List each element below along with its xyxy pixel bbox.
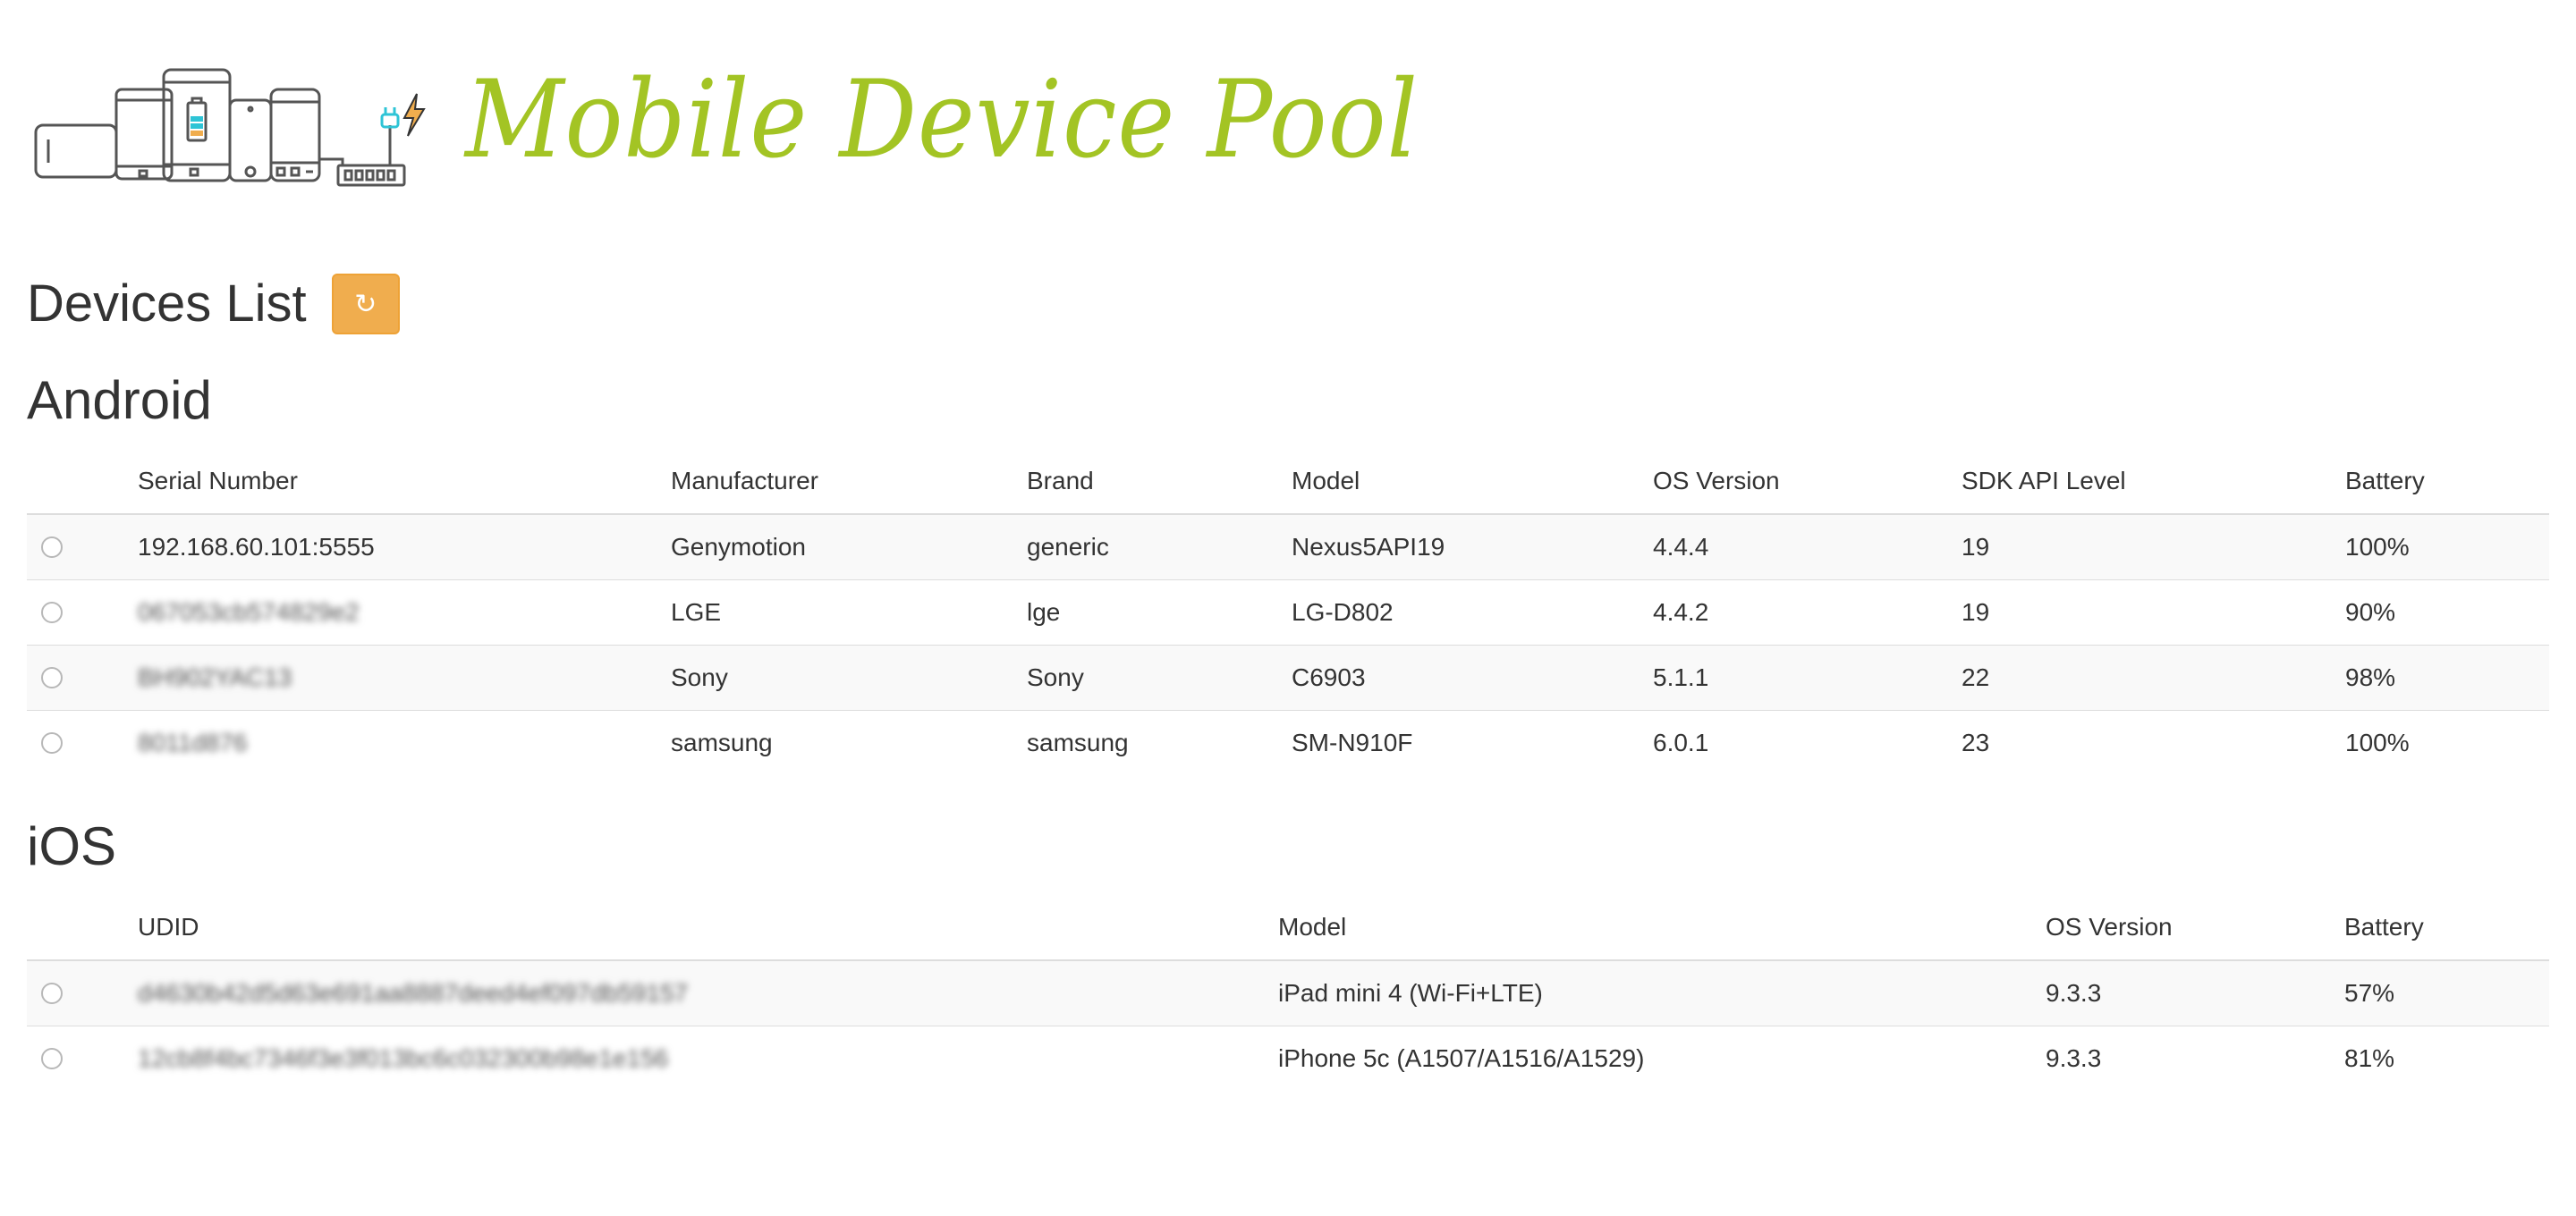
page-header: Mobile Device Pool: [34, 63, 1524, 188]
os-version-cell: 9.3.3: [2040, 959, 2339, 1026]
brand-cell: generic: [1021, 513, 1286, 580]
model-cell: iPhone 5c (A1507/A1516/A1529): [1273, 1026, 2040, 1091]
os-version-cell: 5.1.1: [1648, 645, 1956, 711]
brand-cell: lge: [1021, 579, 1286, 646]
row-select-radio[interactable]: [41, 536, 63, 558]
row-select-radio[interactable]: [41, 667, 63, 688]
sdk-level-cell: 22: [1956, 645, 2340, 711]
serial-cell: 192.168.60.101:5555: [132, 513, 665, 580]
os-version-cell: 4.4.4: [1648, 513, 1956, 580]
serial-cell: 067053cb574829e2: [132, 579, 665, 646]
table-row[interactable]: 12cb8f4bc7346f3e3f013bc6c032300b98e1e156…: [27, 1026, 2549, 1091]
column-header-battery: Battery: [2339, 895, 2549, 961]
column-header-sdk-level: SDK API Level: [1956, 449, 2340, 515]
model-cell: SM-N910F: [1286, 710, 1648, 775]
manufacturer-cell: samsung: [665, 710, 1021, 775]
android-section-title: Android: [27, 370, 212, 430]
serial-cell: 8011d876: [132, 710, 665, 775]
manufacturer-cell: LGE: [665, 579, 1021, 646]
battery-cell: 98%: [2340, 645, 2549, 711]
column-header-serial: Serial Number: [132, 449, 665, 515]
row-select-cell[interactable]: [27, 1026, 132, 1091]
table-row[interactable]: d4630b42d5d63e691aa8887deed4ef097db59157…: [27, 959, 2549, 1026]
ios-section-title: iOS: [27, 816, 117, 876]
model-cell: Nexus5API19: [1286, 513, 1648, 580]
row-select-cell[interactable]: [27, 959, 132, 1026]
os-version-cell: 9.3.3: [2040, 1026, 2339, 1091]
row-select-radio[interactable]: [41, 732, 63, 754]
battery-cell: 100%: [2340, 710, 2549, 775]
model-cell: iPad mini 4 (Wi-Fi+LTE): [1273, 959, 2040, 1026]
battery-cell: 90%: [2340, 579, 2549, 646]
column-header-os-version: OS Version: [2040, 895, 2339, 961]
app-title: Mobile Device Pool: [465, 58, 1419, 182]
devices-list-heading: Devices List: [27, 274, 307, 333]
os-version-cell: 6.0.1: [1648, 710, 1956, 775]
sdk-level-cell: 19: [1956, 513, 2340, 580]
select-column-header: [27, 449, 132, 515]
battery-cell: 100%: [2340, 513, 2549, 580]
battery-cell: 57%: [2339, 959, 2549, 1026]
column-header-model: Model: [1273, 895, 2040, 961]
serial-cell: BH902YAC13: [132, 645, 665, 711]
select-column-header: [27, 895, 132, 961]
manufacturer-cell: Sony: [665, 645, 1021, 711]
row-select-cell[interactable]: [27, 710, 132, 775]
os-version-cell: 4.4.2: [1648, 579, 1956, 646]
column-header-model: Model: [1286, 449, 1648, 515]
column-header-battery: Battery: [2340, 449, 2549, 515]
row-select-radio[interactable]: [41, 1048, 63, 1069]
brand-cell: Sony: [1021, 645, 1286, 711]
manufacturer-cell: Genymotion: [665, 513, 1021, 580]
table-row[interactable]: 067053cb574829e2 LGE lge LG-D802 4.4.2 1…: [27, 579, 2549, 646]
row-select-radio[interactable]: [41, 983, 63, 1004]
row-select-cell[interactable]: [27, 645, 132, 711]
table-row[interactable]: 8011d876 samsung samsung SM-N910F 6.0.1 …: [27, 710, 2549, 775]
table-row[interactable]: 192.168.60.101:5555 Genymotion generic N…: [27, 513, 2549, 580]
refresh-button[interactable]: ↻: [331, 274, 400, 334]
table-row[interactable]: BH902YAC13 Sony Sony C6903 5.1.1 22 98%: [27, 645, 2549, 711]
row-select-cell[interactable]: [27, 513, 132, 580]
column-header-brand: Brand: [1021, 449, 1286, 515]
udid-cell: 12cb8f4bc7346f3e3f013bc6c032300b98e1e156: [132, 1026, 1273, 1091]
column-header-udid: UDID: [132, 895, 1273, 961]
ios-table-header-row: UDID Model OS Version Battery: [27, 895, 2549, 961]
android-table-header-row: Serial Number Manufacturer Brand Model O…: [27, 449, 2549, 515]
ios-devices-table: UDID Model OS Version Battery d4630b42d5…: [27, 895, 2549, 1091]
devices-list-header: Devices List ↻: [27, 268, 2549, 340]
battery-cell: 81%: [2339, 1026, 2549, 1091]
column-header-manufacturer: Manufacturer: [665, 449, 1021, 515]
device-pool-logo-icon: [34, 68, 426, 187]
column-header-os-version: OS Version: [1648, 449, 1956, 515]
row-select-radio[interactable]: [41, 602, 63, 623]
brand-cell: samsung: [1021, 710, 1286, 775]
android-devices-table: Serial Number Manufacturer Brand Model O…: [27, 449, 2549, 775]
udid-cell: d4630b42d5d63e691aa8887deed4ef097db59157: [132, 959, 1273, 1026]
refresh-icon: ↻: [354, 289, 377, 319]
model-cell: LG-D802: [1286, 579, 1648, 646]
row-select-cell[interactable]: [27, 579, 132, 646]
sdk-level-cell: 23: [1956, 710, 2340, 775]
model-cell: C6903: [1286, 645, 1648, 711]
sdk-level-cell: 19: [1956, 579, 2340, 646]
main-content: Devices List ↻ Android Serial Number Man…: [27, 268, 2549, 1091]
